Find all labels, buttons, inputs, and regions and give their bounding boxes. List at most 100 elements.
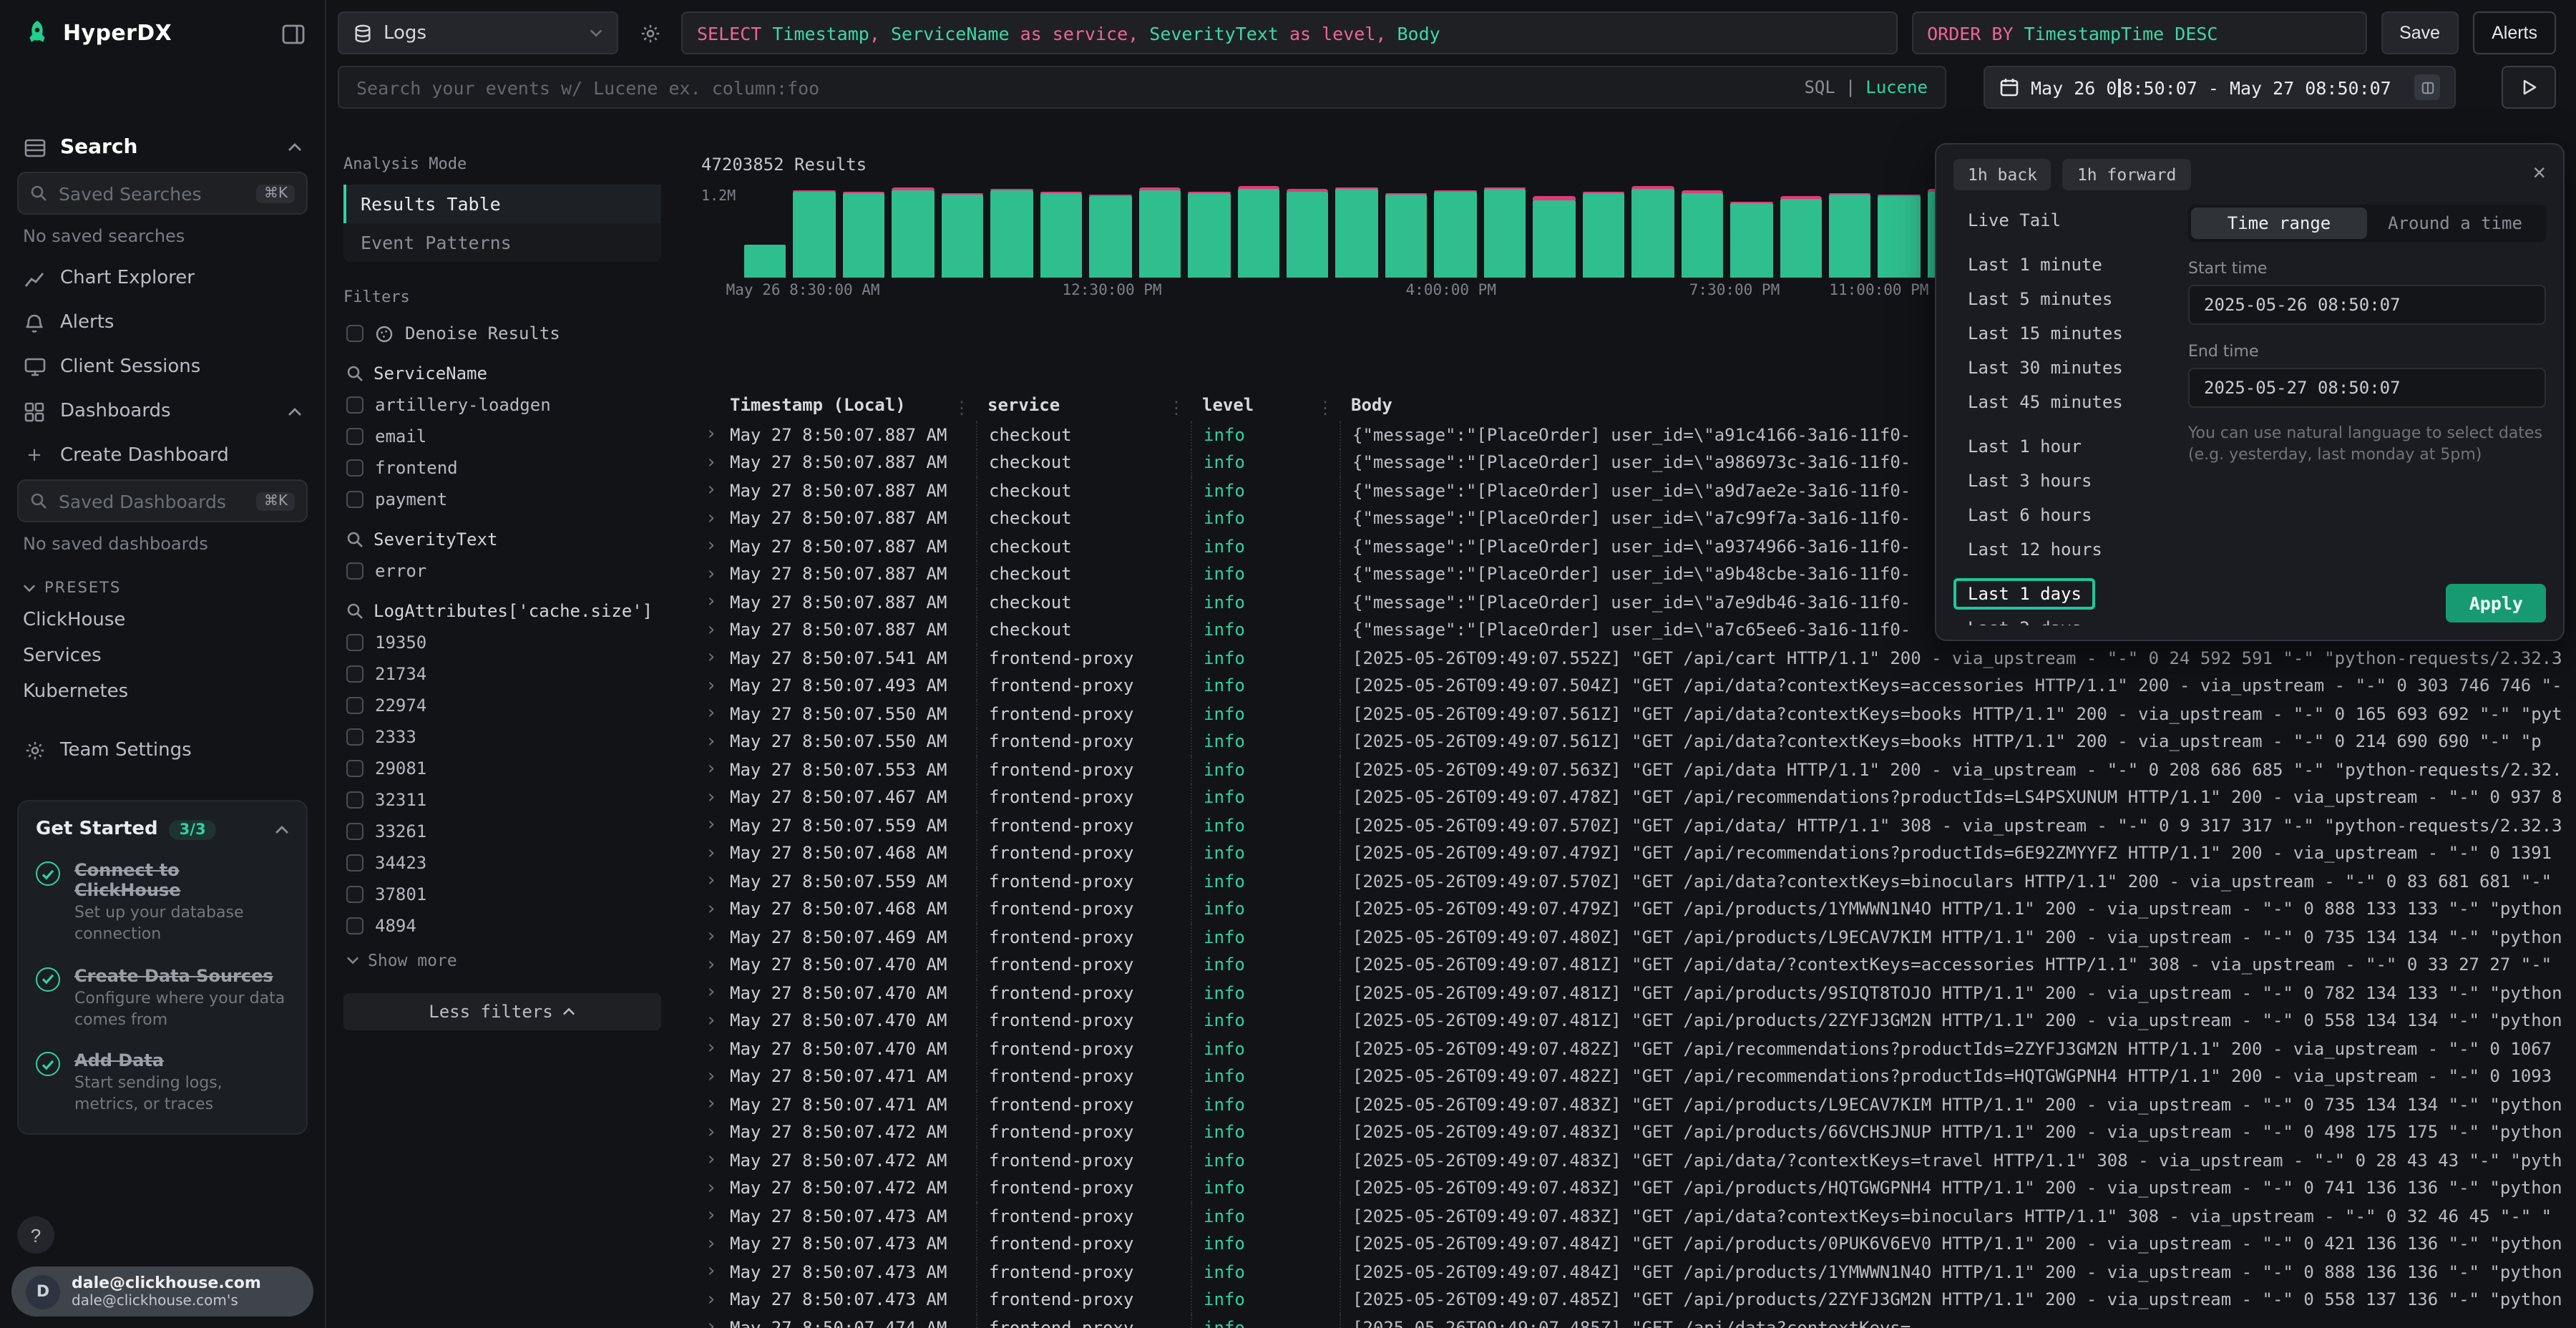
sidebar-item-team-settings[interactable]: Team Settings [17,730,308,771]
table-row[interactable]: ›May 27 8:50:07.470 AMfrontend-proxyinfo… [701,979,2562,1007]
row-expand-icon[interactable]: › [701,787,730,809]
row-expand-icon[interactable]: › [701,1066,730,1088]
end-time-input[interactable]: 2025-05-27 08:50:07 [2188,368,2546,408]
create-dashboard-button[interactable]: + Create Dashboard [17,435,308,477]
table-row[interactable]: ›May 27 8:50:07.553 AMfrontend-proxyinfo… [701,756,2562,783]
row-expand-icon[interactable]: › [701,954,730,976]
filter-checkbox-row[interactable]: 33261 [343,816,661,847]
histogram-bar[interactable] [1385,186,1428,278]
quick-range-option[interactable]: Last 5 minutes [1953,283,2127,315]
table-row[interactable]: ›May 27 8:50:07.474 AMfrontend-proxyinfo… [701,1314,2562,1328]
table-row[interactable]: ›May 27 8:50:07.470 AMfrontend-proxyinfo… [701,951,2562,979]
shift-back-button[interactable]: 1h back [1953,159,2051,190]
checkbox[interactable] [346,325,364,342]
row-expand-icon[interactable]: › [701,620,730,641]
table-row[interactable]: ›May 27 8:50:07.473 AMfrontend-proxyinfo… [701,1258,2562,1286]
table-row[interactable]: ›May 27 8:50:07.473 AMfrontend-proxyinfo… [701,1286,2562,1314]
table-row[interactable]: ›May 27 8:50:07.559 AMfrontend-proxyinfo… [701,867,2562,895]
run-query-button[interactable] [2502,66,2556,109]
checkbox[interactable] [346,697,364,714]
quick-range-option[interactable]: Last 6 hours [1953,499,2106,531]
row-expand-icon[interactable]: › [701,703,730,725]
filter-checkbox-row[interactable]: frontend [343,452,661,484]
row-expand-icon[interactable]: › [701,927,730,948]
histogram-bar[interactable] [1089,186,1131,278]
histogram-bar[interactable] [1631,186,1674,278]
row-expand-icon[interactable]: › [701,1038,730,1060]
analysis-mode-option[interactable]: Event Patterns [343,223,661,262]
checkbox[interactable] [346,428,364,445]
histogram-bar[interactable] [1188,186,1230,278]
histogram-bar[interactable] [991,186,1033,278]
sidebar-collapse-icon[interactable] [282,21,305,44]
row-expand-icon[interactable]: › [701,1122,730,1143]
save-button[interactable]: Save [2381,11,2459,54]
date-range-input[interactable]: May 26 08:50:07 - May 27 08:50:07 [1984,66,2456,109]
filter-checkbox-row[interactable]: 2333 [343,721,661,753]
row-expand-icon[interactable]: › [701,1261,730,1283]
row-expand-icon[interactable]: › [701,480,730,502]
histogram-bar[interactable] [892,186,935,278]
histogram-bar[interactable] [1780,186,1822,278]
column-header-timestamp[interactable]: Timestamp (Local) [730,395,976,415]
checkbox[interactable] [346,917,364,934]
histogram-bar[interactable] [1237,186,1279,278]
checkbox[interactable] [346,491,364,508]
filter-checkbox-row[interactable]: 19350 [343,627,661,658]
chevron-up-icon[interactable] [275,825,289,834]
row-expand-icon[interactable]: › [701,452,730,474]
table-row[interactable]: ›May 27 8:50:07.471 AMfrontend-proxyinfo… [701,1090,2562,1118]
start-time-input[interactable]: 2025-05-26 08:50:07 [2188,285,2546,325]
row-expand-icon[interactable]: › [701,424,730,446]
checkbox[interactable] [346,854,364,872]
checkbox[interactable] [346,665,364,683]
table-row[interactable]: ›May 27 8:50:07.470 AMfrontend-proxyinfo… [701,1007,2562,1035]
table-row[interactable]: ›May 27 8:50:07.559 AMfrontend-proxyinfo… [701,811,2562,839]
table-row[interactable]: ›May 27 8:50:07.473 AMfrontend-proxyinfo… [701,1202,2562,1230]
histogram-bar[interactable] [942,186,984,278]
saved-searches-input[interactable]: Saved Searches ⌘K [17,172,308,215]
table-row[interactable]: ›May 27 8:50:07.468 AMfrontend-proxyinfo… [701,895,2562,923]
quick-range-option[interactable]: Last 1 minute [1953,249,2117,280]
table-row[interactable]: ›May 27 8:50:07.472 AMfrontend-proxyinfo… [701,1118,2562,1146]
sidebar-item-alerts[interactable]: Alerts [17,302,308,343]
filter-checkbox-row[interactable]: 29081 [343,753,661,784]
histogram-bar[interactable] [1138,186,1181,278]
get-started-item[interactable]: Create Data SourcesConfigure where your … [36,965,289,1030]
checkbox[interactable] [346,396,364,414]
row-expand-icon[interactable]: › [701,1178,730,1199]
quick-range-option[interactable]: Last 30 minutes [1953,352,2137,384]
quick-range-option[interactable]: Last 2 days [1953,612,2096,625]
filter-checkbox-row[interactable]: artillery-loadgen [343,389,661,421]
histogram-bar[interactable] [1878,186,1921,278]
row-expand-icon[interactable]: › [701,508,730,529]
sidebar-item-chart-explorer[interactable]: Chart Explorer [17,258,308,299]
filter-checkbox-row[interactable]: payment [343,484,661,515]
event-search-input[interactable]: Search your events w/ Lucene ex. column:… [338,66,1946,109]
quick-range-option[interactable]: Live Tail [1953,205,2075,236]
get-started-item[interactable]: Add DataStart sending logs, metrics, or … [36,1051,289,1116]
quick-range-option[interactable]: Last 12 hours [1953,534,2117,565]
filter-checkbox-row[interactable]: 32311 [343,784,661,816]
language-sql-toggle[interactable]: SQL [1804,77,1835,97]
close-icon[interactable]: × [2532,163,2546,186]
table-row[interactable]: ›May 27 8:50:07.468 AMfrontend-proxyinfo… [701,839,2562,867]
histogram-bar[interactable] [843,186,885,278]
checkbox[interactable] [346,459,364,477]
tab-time-range[interactable]: Time range [2191,208,2367,239]
saved-dashboards-input[interactable]: Saved Dashboards ⌘K [17,479,308,522]
table-row[interactable]: ›May 27 8:50:07.471 AMfrontend-proxyinfo… [701,1063,2562,1090]
less-filters-button[interactable]: Less filters [343,993,661,1030]
date-range-addon-icon[interactable] [2414,74,2440,100]
row-expand-icon[interactable]: › [701,899,730,920]
checkbox[interactable] [346,728,364,746]
histogram-bar[interactable] [1040,186,1082,278]
alerts-button[interactable]: Alerts [2473,11,2556,54]
preset-item[interactable]: ClickHouse [17,602,308,638]
filter-checkbox-row[interactable]: 22974 [343,690,661,721]
source-settings-gear-icon[interactable] [633,11,667,54]
filter-checkbox-row[interactable]: 37801 [343,879,661,910]
table-row[interactable]: ›May 27 8:50:07.467 AMfrontend-proxyinfo… [701,783,2562,811]
show-more-button[interactable]: Show more [343,942,661,979]
histogram-bar[interactable] [1829,186,1871,278]
